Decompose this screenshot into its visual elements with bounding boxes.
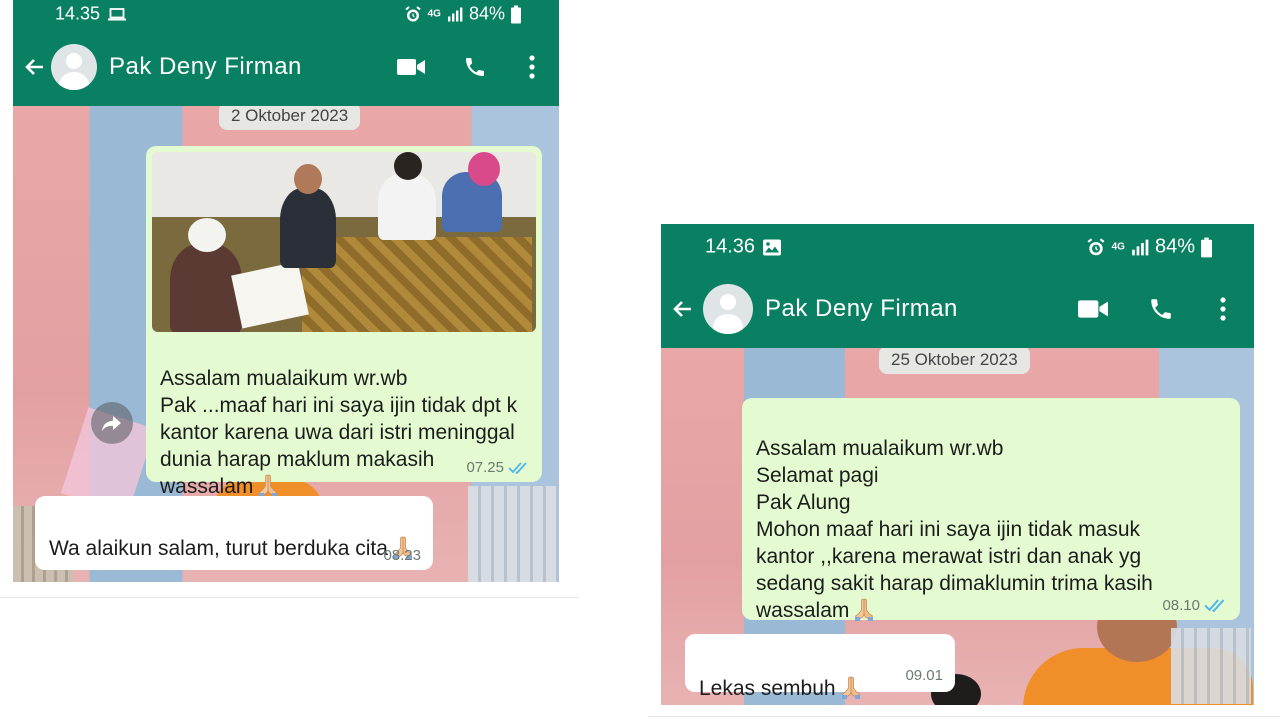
message-time: 08.23 bbox=[383, 547, 421, 564]
read-ticks-icon bbox=[508, 461, 527, 474]
message-time: 08.10 bbox=[1162, 597, 1200, 614]
status-bar: 14.35 4G 84% bbox=[13, 0, 559, 28]
phone-call-icon[interactable] bbox=[1148, 296, 1174, 322]
praying-hands-emoji bbox=[841, 676, 860, 699]
praying-hands-emoji bbox=[855, 598, 874, 621]
shared-photo[interactable] bbox=[152, 152, 536, 332]
avatar[interactable] bbox=[703, 284, 753, 334]
more-vert-icon[interactable] bbox=[1220, 296, 1226, 322]
chat-area[interactable]: 2 Oktober 2023 Assalam mualaikum wr.wb P… bbox=[13, 106, 559, 582]
network-type: 4G bbox=[1111, 241, 1125, 252]
battery-icon bbox=[511, 5, 521, 23]
status-time-group: 14.36 bbox=[705, 235, 782, 259]
message-outgoing[interactable]: Assalam mualaikum wr.wb Selamat pagi Pak… bbox=[742, 398, 1240, 622]
message-text: Assalam mualaikum wr.wb Pak ...maaf hari… bbox=[160, 367, 518, 498]
more-vert-icon[interactable] bbox=[529, 55, 535, 79]
status-time-group: 14.35 bbox=[55, 3, 127, 25]
message-incoming[interactable]: Wa alaikun salam, turut berduka cita 08.… bbox=[35, 496, 433, 570]
image-icon bbox=[763, 239, 782, 255]
message-meta: 08.23 bbox=[383, 547, 421, 564]
battery-icon bbox=[1201, 237, 1212, 257]
battery-level: 84% bbox=[468, 3, 505, 24]
message-time: 09.01 bbox=[905, 667, 943, 684]
chat-screenshot-2: 14.36 4G 84% Pak Deny Firman 25 Oktober … bbox=[661, 224, 1254, 705]
message-meta: 08.10 bbox=[1162, 597, 1228, 614]
battery-level: 84% bbox=[1154, 235, 1195, 258]
avatar[interactable] bbox=[51, 44, 97, 90]
signal-icon bbox=[447, 7, 463, 21]
date-chip: 2 Oktober 2023 bbox=[219, 106, 361, 130]
message-text-group: Assalam mualaikum wr.wb Selamat pagi Pak… bbox=[756, 408, 1234, 624]
signal-icon bbox=[1132, 239, 1149, 255]
message-text-group: Wa alaikun salam, turut berduka cita bbox=[49, 508, 414, 562]
chat-header: Pak Deny Firman bbox=[13, 28, 559, 106]
divider bbox=[0, 597, 578, 598]
message-text: Assalam mualaikum wr.wb Selamat pagi Pak… bbox=[756, 437, 1153, 622]
video-call-icon[interactable] bbox=[1078, 299, 1108, 319]
message-meta: 09.01 bbox=[905, 667, 943, 684]
message-time: 07.25 bbox=[466, 459, 504, 476]
network-type: 4G bbox=[427, 8, 441, 19]
message-meta: 07.25 bbox=[466, 459, 530, 476]
message-outgoing[interactable]: Assalam mualaikum wr.wb Pak ...maaf hari… bbox=[146, 146, 542, 498]
read-ticks-icon bbox=[1204, 599, 1225, 612]
status-time: 14.35 bbox=[55, 3, 101, 24]
forward-button[interactable] bbox=[91, 402, 133, 444]
message-text: Lekas sembuh bbox=[699, 677, 836, 700]
message-incoming[interactable]: Lekas sembuh 09.01 bbox=[685, 634, 955, 700]
date-chip: 25 Oktober 2023 bbox=[879, 348, 1030, 374]
alarm-icon bbox=[404, 5, 421, 21]
praying-hands-emoji bbox=[259, 474, 278, 497]
video-call-icon[interactable] bbox=[397, 58, 425, 76]
phone-call-icon[interactable] bbox=[463, 55, 487, 79]
money-stack bbox=[468, 486, 558, 582]
back-arrow-icon[interactable] bbox=[671, 297, 695, 321]
message-text-group: Lekas sembuh bbox=[699, 648, 862, 702]
status-right-group: 4G 84% bbox=[1086, 236, 1212, 259]
contact-name[interactable]: Pak Deny Firman bbox=[765, 295, 958, 323]
message-text: Wa alaikun salam, turut berduka cita bbox=[49, 537, 388, 560]
status-bar: 14.36 4G 84% bbox=[661, 224, 1254, 270]
laptop-icon bbox=[108, 7, 127, 20]
chat-header: Pak Deny Firman bbox=[661, 270, 1254, 348]
chat-screenshot-1: 14.35 4G 84% Pak Deny Firman 2 Oktober 2… bbox=[13, 0, 559, 582]
money-stack bbox=[1171, 628, 1251, 704]
status-right-group: 4G 84% bbox=[404, 4, 521, 25]
forward-icon bbox=[102, 416, 121, 431]
contact-name[interactable]: Pak Deny Firman bbox=[109, 53, 302, 81]
alarm-icon bbox=[1087, 237, 1105, 255]
status-time: 14.36 bbox=[705, 235, 756, 258]
chat-area[interactable]: 25 Oktober 2023 Assalam mualaikum wr.wb … bbox=[661, 348, 1254, 705]
back-arrow-icon[interactable] bbox=[23, 55, 47, 79]
divider bbox=[648, 716, 1280, 717]
